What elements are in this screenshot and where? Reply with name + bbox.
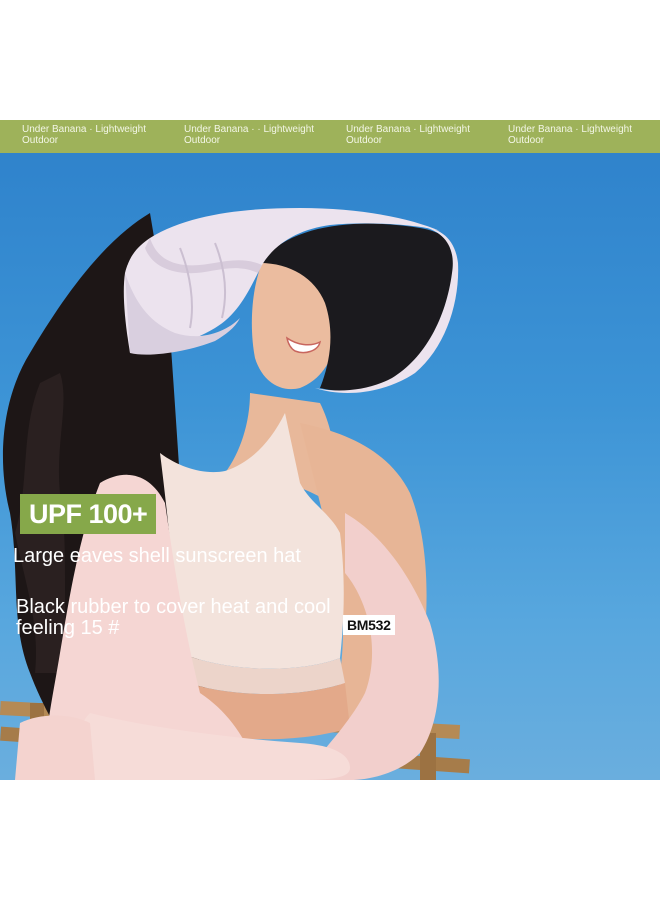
banner-item-line2: Outdoor — [184, 135, 221, 146]
product-title: Large eaves shell sunscreen hat — [13, 545, 301, 567]
banner-item: Under Banana · Lightweight Outdoor — [508, 124, 658, 146]
banner-item-line1: Under Banana · Lightweight — [346, 124, 470, 135]
product-photo: UPF 100+ Large eaves shell sunscreen hat… — [0, 153, 660, 780]
banner-item: Under Banana · Lightweight Outdoor — [346, 124, 496, 146]
banner-item: Under Banana · · Lightweight Outdoor — [184, 124, 334, 146]
banner-item-line1: Under Banana · Lightweight — [508, 124, 632, 135]
model-illustration — [0, 208, 470, 780]
product-subtitle: Black rubber to cover heat and cool feel… — [16, 596, 331, 639]
banner-item-line2: Outdoor — [508, 135, 545, 146]
banner-item: Under Banana · Lightweight Outdoor — [22, 124, 172, 146]
upf-badge: UPF 100+ — [20, 494, 156, 534]
model-number-tag: BM532 — [343, 615, 395, 635]
banner-item-line1: Under Banana · Lightweight — [22, 124, 146, 135]
product-image-page: Under Banana · Lightweight Outdoor Under… — [0, 0, 660, 900]
brand-banner: Under Banana · Lightweight Outdoor Under… — [0, 120, 660, 153]
banner-item-line1: Under Banana · · Lightweight — [184, 124, 315, 135]
banner-item-line2: Outdoor — [346, 135, 383, 146]
banner-item-line2: Outdoor — [22, 135, 59, 146]
